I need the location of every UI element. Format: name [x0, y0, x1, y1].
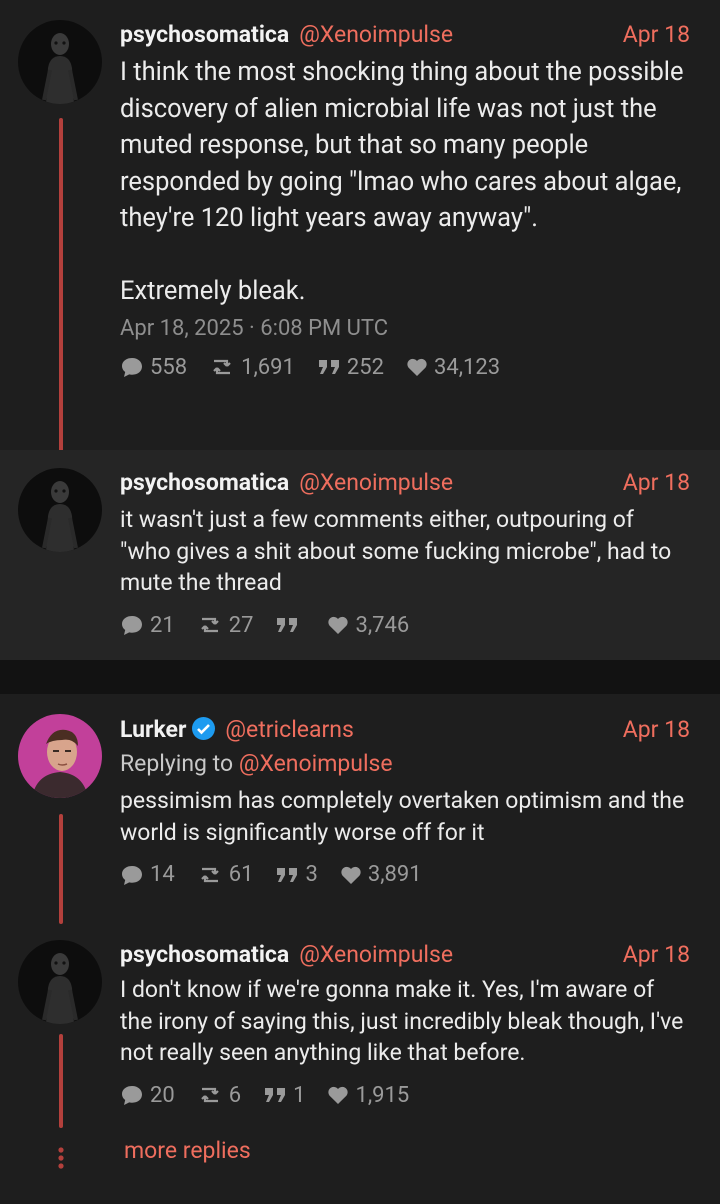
replying-handle[interactable]: @Xenoimpulse: [239, 750, 393, 777]
heart-icon: [407, 358, 427, 376]
tweet-text: I don't know if we're gonna make it. Yes…: [120, 976, 689, 1066]
comment-icon: [122, 358, 142, 377]
heart-icon: [328, 1086, 349, 1104]
reply-count: 20: [150, 1082, 175, 1108]
retweet-stat[interactable]: 1,691: [209, 355, 295, 380]
retweet-icon: [200, 1087, 219, 1103]
retweet-icon: [200, 617, 219, 633]
tweet-reply-1[interactable]: psychosomatica @Xenoimpulse Apr 18 it wa…: [0, 450, 720, 660]
replying-label: Replying to: [120, 750, 234, 777]
more-replies-row[interactable]: more replies: [0, 1128, 720, 1200]
retweet-stat[interactable]: 6: [197, 1083, 241, 1108]
quote-stat[interactable]: 252: [317, 355, 384, 380]
quote-icon: [318, 360, 339, 374]
tweet-stats: 14 61 3 3,891: [120, 862, 690, 887]
thread-separator: [0, 660, 720, 694]
retweet-stat[interactable]: 61: [197, 862, 254, 887]
avatar-alien[interactable]: [18, 468, 102, 552]
thread-line: [59, 814, 63, 924]
reply-count: 14: [150, 862, 175, 887]
quote-stat[interactable]: 1: [263, 1083, 305, 1108]
like-stat[interactable]: 1,915: [327, 1083, 409, 1108]
tweet-timestamp[interactable]: Apr 18, 2025 · 6:08 PM UTC: [120, 316, 690, 341]
tweet-stats: 558 1,691 252 34,123: [120, 355, 690, 380]
like-count: 1,915: [355, 1082, 410, 1108]
verified-badge-icon: [192, 717, 216, 740]
like-count: 3,891: [367, 862, 422, 887]
like-stat[interactable]: 3,746: [327, 613, 409, 638]
tweet-reply-3[interactable]: psychosomatica @Xenoimpulse Apr 18 I don…: [0, 924, 720, 1128]
retweet-stat[interactable]: 27: [197, 612, 254, 638]
tweet-text: pessimism has completely overtaken optim…: [120, 787, 690, 846]
more-dots-icon: [18, 1128, 120, 1200]
tweet-date[interactable]: Apr 18: [623, 468, 690, 498]
heart-icon: [328, 616, 349, 634]
avatar-lurker[interactable]: [18, 714, 102, 798]
like-count: 34,123: [433, 354, 501, 380]
avatar-alien[interactable]: [18, 940, 102, 1024]
avatar-alien[interactable]: [18, 20, 102, 104]
tweet-stats: 21 27 3,746: [120, 613, 690, 638]
reply-count: 558: [150, 354, 188, 380]
comment-icon: [122, 616, 142, 635]
author-name[interactable]: psychosomatica: [120, 468, 289, 498]
retweet-icon: [213, 359, 231, 375]
tweet-stats: 20 6 1 1,915: [120, 1083, 690, 1108]
comment-icon: [122, 865, 142, 885]
tweet-reply-2[interactable]: Lurker @etriclearns Apr 18 Replying to @…: [0, 694, 720, 924]
tweet-date[interactable]: Apr 18: [623, 20, 690, 50]
heart-icon: [341, 866, 361, 884]
more-replies-link[interactable]: more replies: [124, 1137, 251, 1164]
reply-stat[interactable]: 14: [120, 862, 175, 887]
reply-stat[interactable]: 20: [120, 1083, 175, 1108]
quote-count: 3: [305, 862, 318, 887]
author-handle[interactable]: @etriclearns: [225, 715, 353, 745]
quote-icon: [277, 867, 298, 882]
quote-icon: [277, 618, 298, 632]
comment-icon: [122, 1086, 142, 1105]
quote-stat[interactable]: [275, 616, 305, 634]
author-name[interactable]: psychosomatica: [120, 940, 289, 970]
retweet-count: 27: [228, 612, 254, 638]
quote-icon: [265, 1088, 286, 1102]
reply-count: 21: [150, 612, 175, 638]
reply-stat[interactable]: 21: [120, 613, 175, 638]
tweet-date[interactable]: Apr 18: [623, 715, 690, 745]
thread-line: [59, 118, 63, 462]
author-handle[interactable]: @Xenoimpulse: [299, 20, 453, 50]
like-count: 3,746: [355, 612, 410, 638]
quote-stat[interactable]: 3: [275, 862, 318, 887]
retweet-count: 1,691: [241, 354, 295, 380]
like-stat[interactable]: 3,891: [340, 862, 422, 887]
retweet-count: 61: [228, 862, 254, 887]
like-stat[interactable]: 34,123: [406, 355, 500, 380]
author-name[interactable]: psychosomatica: [120, 20, 289, 50]
tweet-main[interactable]: psychosomatica @Xenoimpulse Apr 18 I thi…: [0, 0, 720, 462]
tweet-text: it wasn't just a few comments either, ou…: [120, 506, 677, 596]
thread-line: [59, 1034, 63, 1128]
author-handle[interactable]: @Xenoimpulse: [299, 468, 453, 498]
author-name[interactable]: Lurker: [120, 715, 186, 745]
tweet-date[interactable]: Apr 18: [623, 940, 690, 970]
retweet-count: 6: [228, 1082, 242, 1108]
tweet-text: I think the most shocking thing about th…: [120, 57, 684, 306]
quote-count: 252: [346, 354, 384, 380]
retweet-icon: [200, 867, 219, 882]
reply-stat[interactable]: 558: [120, 355, 187, 380]
author-handle[interactable]: @Xenoimpulse: [299, 940, 453, 970]
replying-to: Replying to @Xenoimpulse: [120, 749, 690, 779]
quote-count: 1: [293, 1082, 306, 1108]
